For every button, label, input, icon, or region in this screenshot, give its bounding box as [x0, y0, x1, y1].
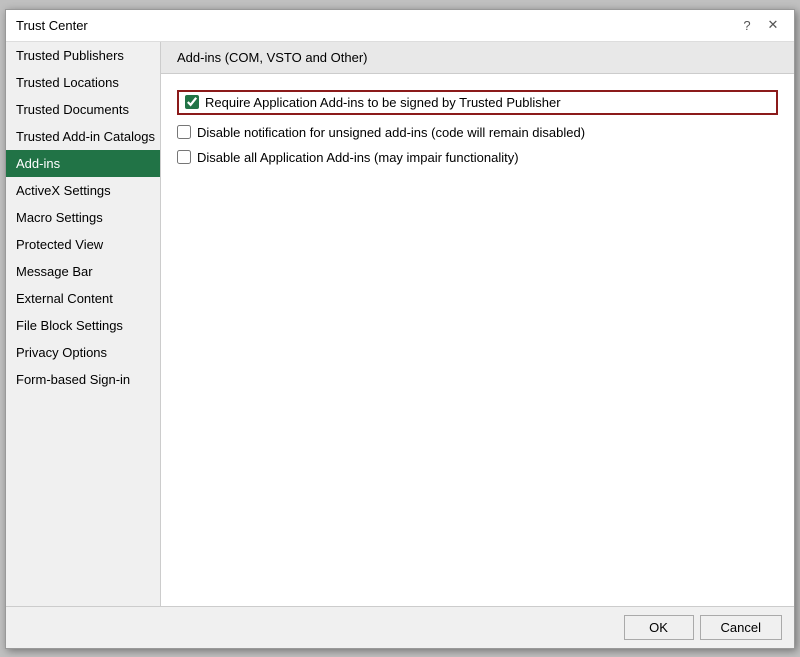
- dialog-title: Trust Center: [16, 18, 88, 33]
- sidebar-item-trusted-publishers[interactable]: Trusted Publishers: [6, 42, 160, 69]
- help-button[interactable]: ?: [736, 14, 758, 36]
- checkbox-label-require-signed: Require Application Add-ins to be signed…: [205, 95, 561, 110]
- section-body: Require Application Add-ins to be signed…: [161, 74, 794, 181]
- sidebar-item-trusted-documents[interactable]: Trusted Documents: [6, 96, 160, 123]
- dialog-footer: OK Cancel: [6, 606, 794, 648]
- sidebar-item-activex-settings[interactable]: ActiveX Settings: [6, 177, 160, 204]
- checkbox-row-require-signed[interactable]: Require Application Add-ins to be signed…: [177, 90, 778, 115]
- cancel-button[interactable]: Cancel: [700, 615, 782, 640]
- dialog-body: Trusted PublishersTrusted LocationsTrust…: [6, 42, 794, 606]
- checkbox-row-disable-all[interactable]: Disable all Application Add-ins (may imp…: [177, 150, 778, 165]
- close-button[interactable]: ✕: [762, 14, 784, 36]
- sidebar-item-file-block-settings[interactable]: File Block Settings: [6, 312, 160, 339]
- ok-button[interactable]: OK: [624, 615, 694, 640]
- checkbox-require-signed[interactable]: [185, 95, 199, 109]
- checkbox-disable-notification[interactable]: [177, 125, 191, 139]
- checkbox-label-disable-all: Disable all Application Add-ins (may imp…: [197, 150, 519, 165]
- title-bar-controls: ? ✕: [736, 14, 784, 36]
- sidebar-item-trusted-add-in-catalogs[interactable]: Trusted Add-in Catalogs: [6, 123, 160, 150]
- sidebar-item-trusted-locations[interactable]: Trusted Locations: [6, 69, 160, 96]
- checkbox-label-disable-notification: Disable notification for unsigned add-in…: [197, 125, 585, 140]
- checkbox-disable-all[interactable]: [177, 150, 191, 164]
- sidebar-item-form-based-sign-in[interactable]: Form-based Sign-in: [6, 366, 160, 393]
- sidebar-item-external-content[interactable]: External Content: [6, 285, 160, 312]
- section-header: Add-ins (COM, VSTO and Other): [161, 42, 794, 74]
- sidebar-item-message-bar[interactable]: Message Bar: [6, 258, 160, 285]
- sidebar-item-add-ins[interactable]: Add-ins: [6, 150, 160, 177]
- sidebar: Trusted PublishersTrusted LocationsTrust…: [6, 42, 161, 606]
- title-bar: Trust Center ? ✕: [6, 10, 794, 42]
- sidebar-item-protected-view[interactable]: Protected View: [6, 231, 160, 258]
- sidebar-item-macro-settings[interactable]: Macro Settings: [6, 204, 160, 231]
- sidebar-item-privacy-options[interactable]: Privacy Options: [6, 339, 160, 366]
- main-content: Add-ins (COM, VSTO and Other) Require Ap…: [161, 42, 794, 606]
- trust-center-dialog: Trust Center ? ✕ Trusted PublishersTrust…: [5, 9, 795, 649]
- checkbox-row-disable-notification[interactable]: Disable notification for unsigned add-in…: [177, 125, 778, 140]
